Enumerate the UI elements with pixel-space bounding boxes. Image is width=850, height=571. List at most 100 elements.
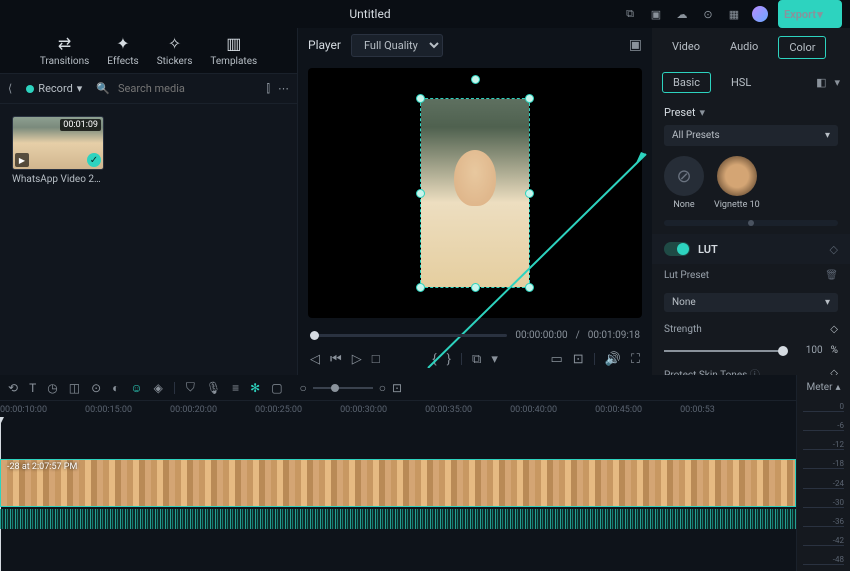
folder-chevron-icon[interactable]: ⟨: [8, 82, 12, 95]
record-dot-icon: [26, 85, 34, 93]
audio-clip[interactable]: [0, 509, 796, 529]
tab-color[interactable]: Color: [778, 36, 826, 59]
mark-in-icon[interactable]: {: [432, 352, 436, 367]
resize-handle[interactable]: [416, 189, 425, 198]
lut-preset-select[interactable]: None▾: [664, 293, 838, 312]
lut-toggle[interactable]: [664, 242, 690, 256]
export-button[interactable]: Export ▾: [778, 0, 842, 28]
video-type-icon: ▶: [15, 153, 29, 167]
zoom-slider[interactable]: [313, 387, 373, 389]
video-clip[interactable]: -28 at 2:07:57 PM: [0, 459, 796, 507]
scrub-handle[interactable]: [310, 331, 319, 340]
scrub-bar[interactable]: [310, 334, 507, 337]
color-tool-icon[interactable]: ◐: [112, 381, 119, 395]
record-button[interactable]: Record ▾: [20, 79, 88, 98]
resize-handle[interactable]: [525, 189, 534, 198]
preset-select[interactable]: All Presets▾: [664, 125, 838, 146]
player-viewport[interactable]: [308, 68, 642, 318]
time-current: 00:00:00:00: [515, 330, 567, 341]
strength-value: 100: [791, 345, 823, 356]
meter-heading[interactable]: Meter ▴: [797, 375, 850, 400]
ripple-icon[interactable]: ⟲: [8, 381, 18, 395]
media-item[interactable]: 00:01:09 ▶ ✓ WhatsApp Video 202…: [12, 116, 104, 185]
chevron-down-icon: ▾: [812, 6, 828, 22]
shield-icon[interactable]: ⛉: [186, 380, 195, 395]
zoom-in-icon[interactable]: ○: [379, 381, 386, 395]
stop-icon[interactable]: □: [372, 351, 380, 367]
resize-handle[interactable]: [525, 94, 534, 103]
subtab-hsl[interactable]: HSL: [721, 73, 761, 92]
resize-handle[interactable]: [525, 283, 534, 292]
display-icon[interactable]: ▭: [550, 352, 562, 367]
resize-handle[interactable]: [416, 94, 425, 103]
sticker-icon: ✧: [168, 34, 181, 53]
meter-scale: 0-6-12-18-24-30-36-42-48: [797, 400, 850, 571]
device-icon[interactable]: ⧉: [622, 6, 638, 22]
speed-icon[interactable]: ⊙: [91, 381, 101, 395]
snap-icon[interactable]: ✻: [250, 381, 260, 395]
play-icon[interactable]: ▷: [352, 352, 362, 367]
keyframe-icon[interactable]: ◇: [830, 368, 838, 375]
quality-select[interactable]: Full Quality: [351, 34, 443, 57]
volume-icon[interactable]: 🔊: [605, 352, 621, 367]
mic-icon[interactable]: 🎙: [206, 381, 221, 395]
prev-frame-icon[interactable]: ◁: [310, 352, 320, 367]
adjust-icon[interactable]: ≡: [232, 381, 239, 395]
fullscreen-icon[interactable]: ⛶: [631, 352, 640, 367]
protect-label: Protect Skin Tones ⓘ: [664, 366, 824, 375]
preset-vignette[interactable]: Vignette 10: [714, 156, 760, 210]
timer-icon[interactable]: ◷: [47, 381, 57, 395]
search-icon: 🔍: [96, 82, 110, 95]
tab-templates[interactable]: ▥Templates: [210, 34, 257, 67]
resize-handle[interactable]: [416, 283, 425, 292]
tab-audio[interactable]: Audio: [720, 36, 768, 59]
keyframe-icon[interactable]: ◇: [830, 324, 838, 335]
text-icon[interactable]: T: [29, 381, 36, 395]
grid-icon[interactable]: ▦: [726, 6, 742, 22]
smiley-icon[interactable]: ☺: [130, 381, 142, 395]
marker-icon[interactable]: ◈: [154, 381, 163, 395]
timeline-ruler[interactable]: 00:00:10:0000:00:15:0000:00:20:0000:00:2…: [0, 401, 796, 417]
resize-handle[interactable]: [471, 283, 480, 292]
fit-icon[interactable]: ⊡: [392, 381, 402, 395]
strength-slider[interactable]: [664, 350, 783, 352]
chevron-down-icon[interactable]: ▾: [700, 106, 706, 119]
compare-icon[interactable]: ◧: [816, 76, 826, 89]
search-input[interactable]: [118, 82, 258, 95]
chevron-down-icon[interactable]: ▾: [491, 352, 498, 367]
snapshot-icon[interactable]: ▣: [629, 37, 642, 53]
preset-heading: Preset ▾: [664, 106, 838, 119]
more-icon[interactable]: ⋯: [278, 82, 289, 96]
frame-icon[interactable]: ▢: [271, 381, 282, 395]
chevron-down-icon: ▾: [825, 130, 830, 141]
crop-tool-icon[interactable]: ◫: [69, 381, 80, 395]
crop-icon[interactable]: ⧉: [472, 352, 481, 367]
sparkle-icon: ✦: [116, 34, 129, 53]
trash-icon[interactable]: 🗑: [825, 270, 838, 281]
rotate-handle[interactable]: [471, 75, 480, 84]
step-back-icon[interactable]: ⏮: [330, 352, 342, 367]
avatar[interactable]: [752, 6, 768, 22]
tab-effects[interactable]: ✦Effects: [107, 34, 138, 67]
chevron-down-icon[interactable]: ▾: [834, 76, 840, 89]
none-icon: ⊘: [664, 156, 704, 196]
cloud-icon[interactable]: ☁: [674, 6, 690, 22]
keyframe-icon[interactable]: ◇: [830, 243, 838, 256]
headphones-icon[interactable]: ⊙: [700, 6, 716, 22]
tab-stickers[interactable]: ✧Stickers: [157, 34, 193, 67]
save-icon[interactable]: ▣: [648, 6, 664, 22]
preset-scrollbar[interactable]: [664, 220, 838, 226]
mark-out-icon[interactable]: }: [447, 352, 451, 367]
selected-clip-frame[interactable]: [421, 99, 529, 287]
zoom-out-icon[interactable]: ○: [300, 381, 307, 395]
tab-video[interactable]: Video: [662, 36, 710, 59]
tab-transitions[interactable]: ⇄Transitions: [40, 34, 89, 67]
preset-none[interactable]: ⊘None: [664, 156, 704, 210]
lut-label: LUT: [698, 243, 718, 256]
check-icon: ✓: [87, 153, 101, 167]
camera-icon[interactable]: ⊡: [573, 352, 584, 367]
subtab-basic[interactable]: Basic: [662, 72, 711, 93]
strength-label: Strength: [664, 324, 824, 335]
project-title: Untitled: [118, 7, 622, 21]
filter-icon[interactable]: ⫿: [266, 82, 270, 96]
